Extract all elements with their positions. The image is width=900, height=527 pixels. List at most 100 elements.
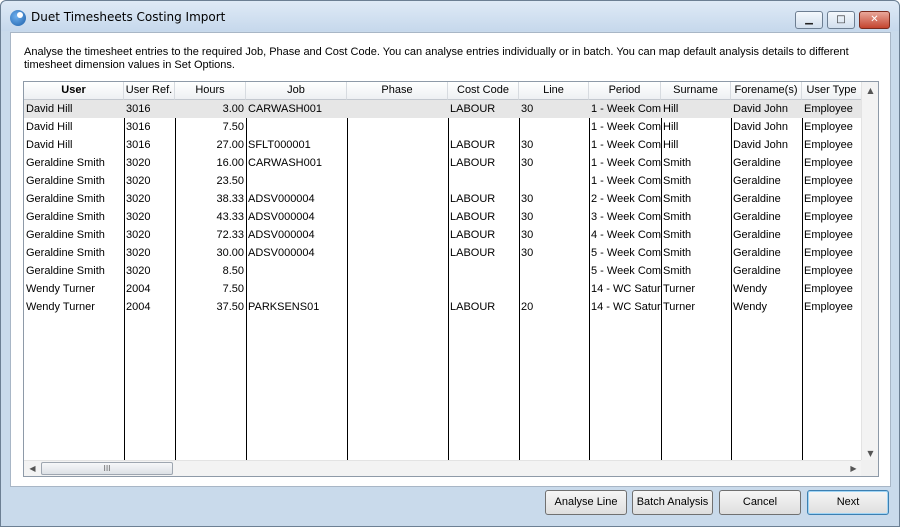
cell-phase[interactable] <box>347 154 448 172</box>
column-header-line[interactable]: Line <box>519 82 589 100</box>
cell-forenames[interactable]: David John <box>731 118 802 136</box>
cell-surname[interactable]: Smith <box>661 190 731 208</box>
cell-line[interactable]: 30 <box>519 208 589 226</box>
table-row[interactable]: Wendy Turner 2004 7.50 14 - WC Satur Turner W… <box>24 280 862 298</box>
cell-line[interactable]: 30 <box>519 244 589 262</box>
cell-user-ref[interactable]: 3020 <box>124 154 175 172</box>
cell-user[interactable]: Geraldine Smith <box>24 208 124 226</box>
cell-user-ref[interactable]: 3020 <box>124 190 175 208</box>
cell-user[interactable]: Geraldine Smith <box>24 244 124 262</box>
cell-user-ref[interactable]: 3016 <box>124 100 175 118</box>
cell-job[interactable] <box>246 280 347 298</box>
cell-cost-code[interactable] <box>448 262 519 280</box>
cell-cost-code[interactable]: LABOUR <box>448 298 519 316</box>
cell-user-type[interactable]: Employee <box>802 262 862 280</box>
minimize-button[interactable]: ▁ <box>795 11 823 29</box>
cell-hours[interactable]: 72.33 <box>175 226 246 244</box>
cell-phase[interactable] <box>347 298 448 316</box>
cell-user-type[interactable]: Employee <box>802 208 862 226</box>
column-header-job[interactable]: Job <box>246 82 347 100</box>
cell-user[interactable]: Geraldine Smith <box>24 154 124 172</box>
cell-user-type[interactable]: Employee <box>802 100 862 118</box>
horizontal-scrollbar[interactable]: ◀ III ▶ <box>24 460 862 476</box>
table-row[interactable]: Geraldine Smith 3020 38.33 ADSV000004 LABOUR… <box>24 190 862 208</box>
cell-surname[interactable]: Smith <box>661 172 731 190</box>
cell-forenames[interactable]: Geraldine <box>731 262 802 280</box>
column-header-hours[interactable]: Hours <box>175 82 246 100</box>
scroll-left-icon[interactable]: ◀ <box>24 461 41 476</box>
cell-user-type[interactable]: Employee <box>802 244 862 262</box>
cell-user-ref[interactable]: 3020 <box>124 226 175 244</box>
cell-phase[interactable] <box>347 172 448 190</box>
cell-surname[interactable]: Turner <box>661 280 731 298</box>
table-row[interactable]: Geraldine Smith30208.50 5 - Week CommSmit… <box>24 262 862 280</box>
cell-phase[interactable] <box>347 118 448 136</box>
cell-user-type[interactable]: Employee <box>802 280 862 298</box>
cell-phase[interactable] <box>347 190 448 208</box>
cell-surname[interactable]: Hill <box>661 100 731 118</box>
cell-period[interactable]: 2 - Week Comm <box>589 190 661 208</box>
cell-line[interactable]: 30 <box>519 226 589 244</box>
cell-job[interactable]: ADSV000004 <box>246 244 347 262</box>
cell-hours[interactable]: 38.33 <box>175 190 246 208</box>
cell-phase[interactable] <box>347 208 448 226</box>
table-row[interactable]: David Hill 3016 27.00 SFLT000001 LABOUR 30 1 -… <box>24 136 862 154</box>
table-row[interactable]: Geraldine Smith 3020 72.33 ADSV000004 LABOUR… <box>24 226 862 244</box>
cell-line[interactable]: 30 <box>519 154 589 172</box>
cell-job[interactable] <box>246 172 347 190</box>
cell-user-type[interactable]: Employee <box>802 154 862 172</box>
column-header-forenames[interactable]: Forename(s) <box>731 82 802 100</box>
cell-line[interactable]: 30 <box>519 100 589 118</box>
cell-forenames[interactable]: Geraldine <box>731 190 802 208</box>
cell-user[interactable]: Geraldine Smith <box>24 262 124 280</box>
cell-job[interactable] <box>246 262 347 280</box>
cell-forenames[interactable]: David John <box>731 136 802 154</box>
cell-cost-code[interactable] <box>448 172 519 190</box>
cell-line[interactable] <box>519 280 589 298</box>
column-header-user[interactable]: User <box>24 82 124 100</box>
cell-hours[interactable]: 27.00 <box>175 136 246 154</box>
table-row[interactable]: Wendy Turner 2004 37.50 PARKSENS01 LABOUR 20 1… <box>24 298 862 316</box>
cell-user[interactable]: Geraldine Smith <box>24 226 124 244</box>
cell-forenames[interactable]: Geraldine <box>731 172 802 190</box>
cell-user-ref[interactable]: 3020 <box>124 172 175 190</box>
cell-user-ref[interactable]: 3016 <box>124 136 175 154</box>
cell-user-ref[interactable]: 3020 <box>124 208 175 226</box>
cell-forenames[interactable]: Geraldine <box>731 154 802 172</box>
cell-hours[interactable]: 3.00 <box>175 100 246 118</box>
cell-surname[interactable]: Smith <box>661 154 731 172</box>
scroll-up-icon[interactable]: ▲ <box>862 82 878 99</box>
cell-user-type[interactable]: Employee <box>802 298 862 316</box>
cell-surname[interactable]: Hill <box>661 118 731 136</box>
cell-user-ref[interactable]: 3016 <box>124 118 175 136</box>
table-row[interactable]: Geraldine Smith 3020 30.00 ADSV000004 LABOUR… <box>24 244 862 262</box>
cell-user-type[interactable]: Employee <box>802 172 862 190</box>
cell-forenames[interactable]: David John <box>731 100 802 118</box>
cell-surname[interactable]: Hill <box>661 136 731 154</box>
cell-period[interactable]: 5 - Week Comm <box>589 262 661 280</box>
cell-cost-code[interactable] <box>448 280 519 298</box>
cell-cost-code[interactable]: LABOUR <box>448 226 519 244</box>
cell-line[interactable]: 30 <box>519 136 589 154</box>
timesheet-grid[interactable]: User User Ref. Hours Job Phase Cost Code Line P… <box>23 81 879 477</box>
cell-user-ref[interactable]: 2004 <box>124 298 175 316</box>
cell-line[interactable] <box>519 262 589 280</box>
cell-user-type[interactable]: Employee <box>802 136 862 154</box>
cell-user[interactable]: David Hill <box>24 136 124 154</box>
cell-job[interactable]: SFLT000001 <box>246 136 347 154</box>
cell-hours[interactable]: 37.50 <box>175 298 246 316</box>
cell-user-ref[interactable]: 3020 <box>124 244 175 262</box>
table-row[interactable]: David Hill30167.50 1 - Week CommHillDavid… <box>24 118 862 136</box>
horizontal-scroll-thumb[interactable]: III <box>41 462 173 475</box>
column-header-phase[interactable]: Phase <box>347 82 448 100</box>
cell-surname[interactable]: Smith <box>661 244 731 262</box>
cell-job[interactable]: CARWASH001 <box>246 154 347 172</box>
cell-period[interactable]: 14 - WC Satur <box>589 298 661 316</box>
cell-cost-code[interactable]: LABOUR <box>448 244 519 262</box>
cell-period[interactable]: 1 - Week Comm <box>589 136 661 154</box>
cell-forenames[interactable]: Wendy <box>731 280 802 298</box>
batch-analysis-button[interactable]: Batch Analysis <box>632 490 713 515</box>
cell-hours[interactable]: 8.50 <box>175 262 246 280</box>
cell-job[interactable]: PARKSENS01 <box>246 298 347 316</box>
cell-cost-code[interactable]: LABOUR <box>448 208 519 226</box>
